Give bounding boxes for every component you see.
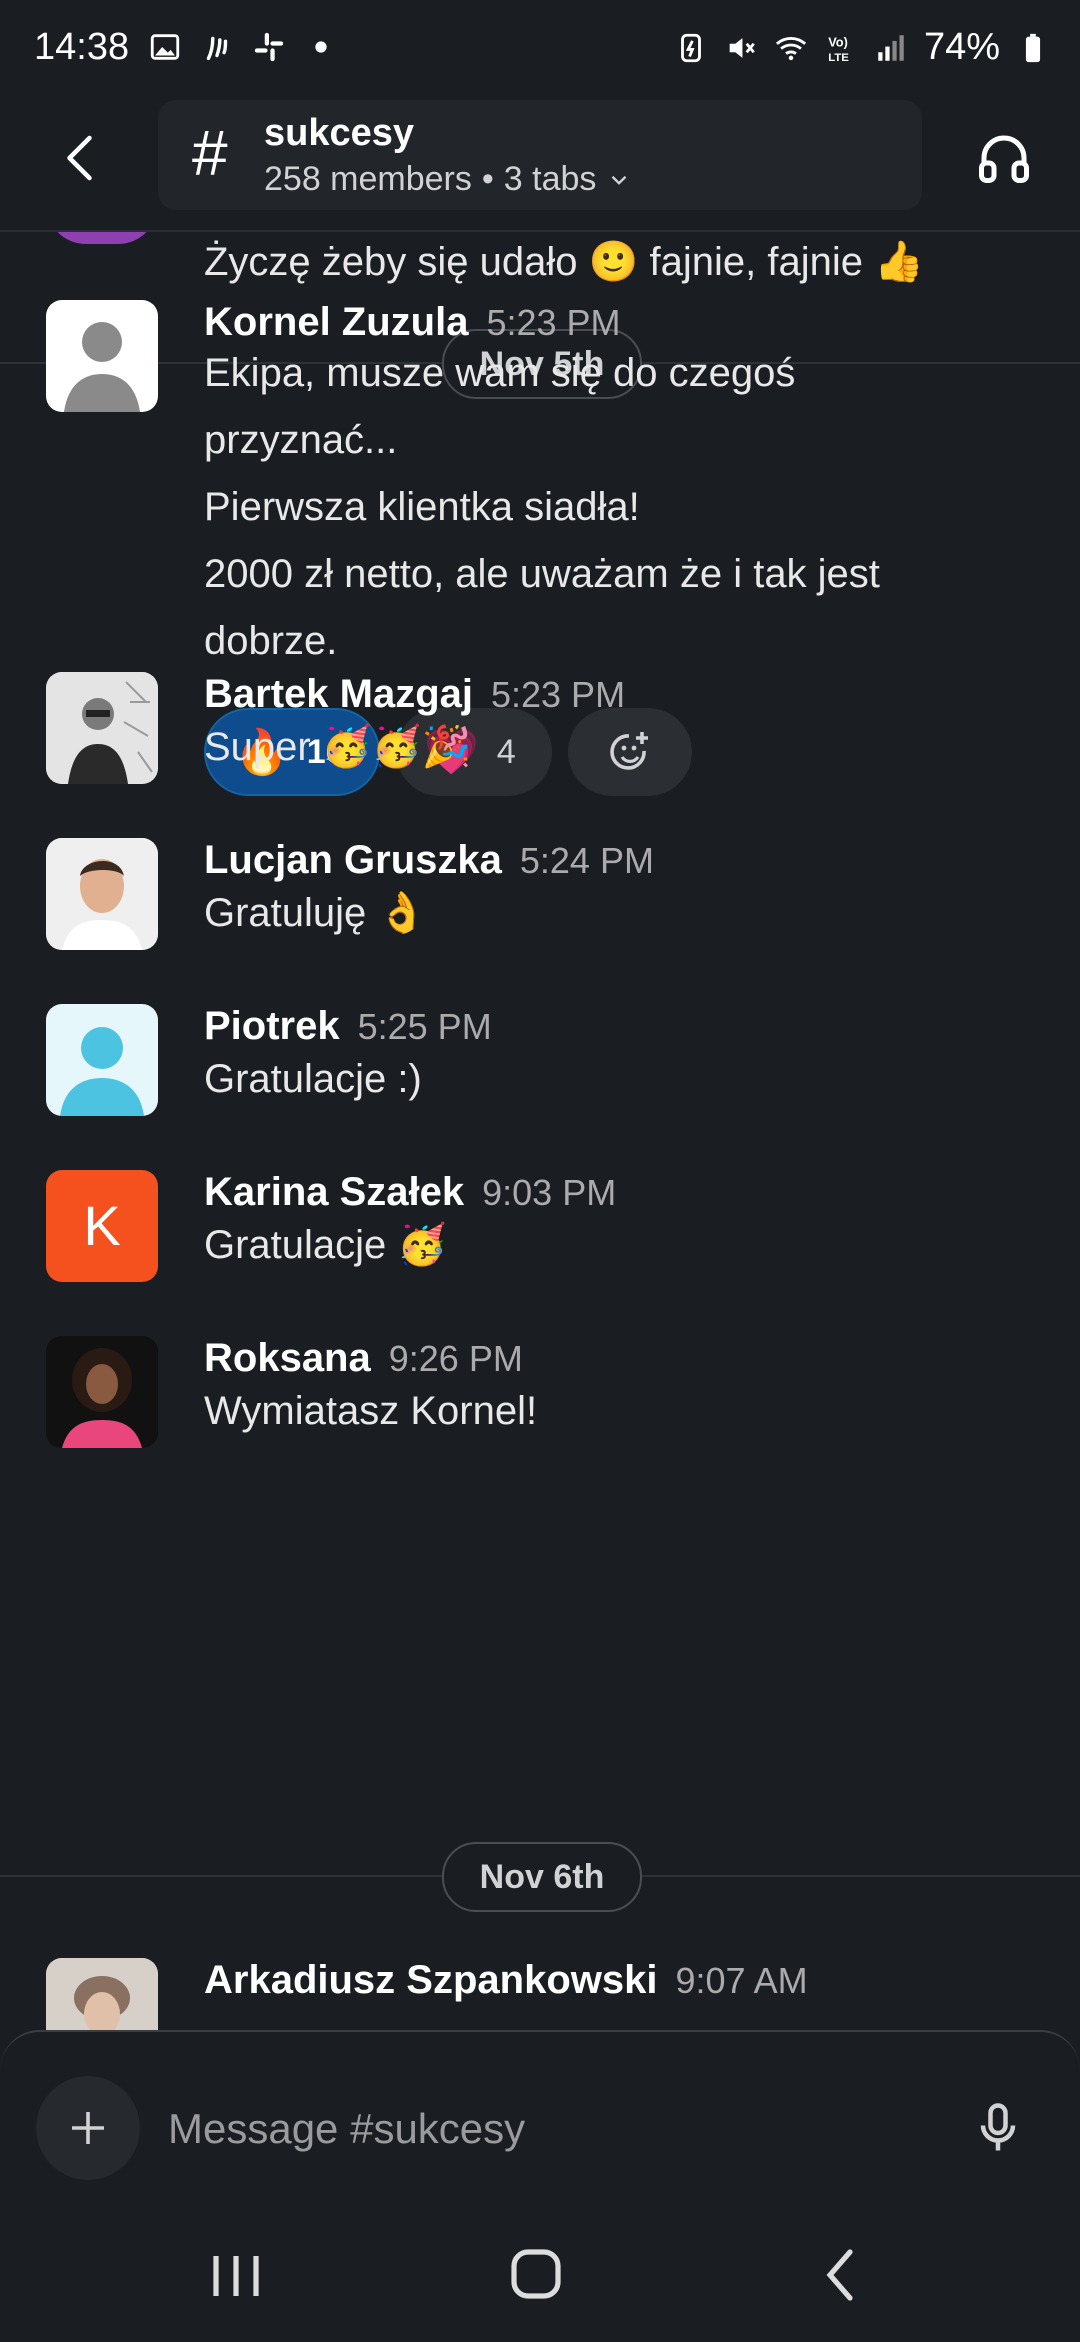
message-input[interactable]: [166, 2088, 950, 2170]
wifi-icon: [775, 36, 807, 60]
headphones-icon[interactable]: [974, 128, 1034, 188]
user-photo: [46, 1336, 158, 1448]
message-time: 5:24 PM: [519, 840, 654, 881]
message-item: Kornel Zuzula 5:23 PM Ekipa, musze wam si…: [0, 300, 1080, 890]
message-line: Pierwsza klientka siadła!: [204, 485, 640, 529]
home-icon[interactable]: [496, 2240, 576, 2310]
message-header: Lucjan Gruszka 5:24 PM: [204, 838, 654, 883]
recents-icon[interactable]: [196, 2240, 276, 2310]
hash-icon: #: [192, 117, 228, 189]
message-text: Życzę żeby się udało 🙂 fajnie, fajnie 👍: [204, 240, 924, 284]
sender-name[interactable]: Arkadiusz Szpankowski: [204, 1958, 657, 2002]
message-text: Super 🥳🥳🎉: [204, 725, 472, 769]
message-time: 9:26 PM: [388, 1338, 523, 1379]
signal-icon: [878, 34, 904, 61]
message-header: Bartek Mazgaj 5:23 PM: [204, 672, 625, 717]
date-separator[interactable]: Nov 6th: [442, 1842, 642, 1912]
message-header: Kornel Zuzula 5:23 PM: [204, 300, 621, 345]
message-time: 9:03 PM: [482, 1172, 617, 1213]
message-item: Bartek Mazgaj 5:23 PM Super 🥳🥳🎉: [0, 672, 1080, 792]
attach-button[interactable]: [36, 2076, 140, 2180]
channel-name: sukcesy: [264, 112, 415, 154]
message-line: Ekipa, musze wam się do czegoś: [204, 351, 796, 395]
slack-icon: [254, 32, 284, 62]
meta-separator: •: [481, 160, 494, 198]
user-photo: [46, 838, 158, 950]
channel-info-button[interactable]: # sukcesy 258 members • 3 tabs: [158, 100, 922, 210]
svg-text:Vo): Vo): [828, 34, 848, 49]
message-text: Gratulacje 🥳: [204, 1223, 448, 1267]
notification-icons: [148, 30, 338, 64]
avatar[interactable]: [46, 838, 158, 950]
avatar[interactable]: K: [46, 1170, 158, 1282]
message-time: 5:23 PM: [486, 302, 621, 343]
svg-text:LTE: LTE: [828, 51, 849, 63]
message-text: Gratulacje :): [204, 1057, 422, 1101]
default-user-icon: [64, 322, 140, 412]
message-time: 9:07 AM: [675, 1960, 808, 2001]
message-item: Lucjan Gruszka 5:24 PM Gratuluję 👌: [0, 838, 1080, 958]
battery-saver-icon: [681, 33, 701, 62]
message-item: Piotrek 5:25 PM Gratulacje :): [0, 1004, 1080, 1124]
sender-name[interactable]: Roksana: [204, 1336, 371, 1380]
channel-header: # sukcesy 258 members • 3 tabs: [0, 100, 1080, 232]
back-arrow-icon[interactable]: [52, 128, 112, 188]
default-user-icon: [60, 1027, 144, 1116]
battery-icon: [1025, 33, 1041, 62]
mute-icon: [729, 37, 755, 58]
message-feed[interactable]: Życzę żeby się udało 🙂 fajnie, fajnie 👍 …: [0, 232, 1080, 2032]
message-time: 5:23 PM: [490, 674, 626, 715]
microphone-icon[interactable]: [968, 2098, 1028, 2158]
message-header: Karina Szałek 9:03 PM: [204, 1170, 616, 1215]
message-item: Arkadiusz Szpankowski 9:07 AM: [0, 1958, 1080, 2032]
battery-percent: 74%: [923, 26, 1000, 68]
avatar[interactable]: [46, 672, 158, 784]
status-time: 14:38: [34, 26, 130, 68]
system-icons: Vo) LTE 74%: [674, 26, 1050, 69]
sender-name[interactable]: Bartek Mazgaj: [204, 672, 473, 716]
gallery-icon: [150, 34, 180, 60]
message-header: Piotrek 5:25 PM: [204, 1004, 492, 1049]
dot-icon: [315, 41, 327, 53]
message-line: 2000 zł netto, ale uważam że i tak jest: [204, 552, 880, 596]
volte-icon: Vo) LTE: [828, 34, 849, 63]
sender-name[interactable]: Lucjan Gruszka: [204, 838, 502, 882]
message-text: Gratuluję 👌: [204, 891, 428, 935]
message-header: Roksana 9:26 PM: [204, 1336, 523, 1381]
status-bar: 14:38 Vo) LTE 74%: [0, 0, 1080, 100]
sender-name[interactable]: Karina Szałek: [204, 1170, 464, 1214]
user-photo: [46, 672, 158, 784]
message-line: przyznać...: [204, 418, 398, 462]
message-item: Roksana 9:26 PM Wymiatasz Kornel!: [0, 1336, 1080, 1456]
avatar[interactable]: [46, 300, 158, 412]
notification-app-icon: [206, 36, 228, 61]
nav-back-icon[interactable]: [802, 2240, 882, 2310]
message-item: Życzę żeby się udało 🙂 fajnie, fajnie 👍: [0, 232, 1080, 284]
tab-count: 3 tabs: [503, 160, 597, 198]
message-item: K Karina Szałek 9:03 PM Gratulacje 🥳: [0, 1170, 1080, 1290]
message-text: Wymiatasz Kornel!: [204, 1389, 538, 1433]
plus-icon: [72, 2112, 104, 2144]
chevron-down-icon: [612, 175, 627, 185]
message-text: Ekipa, musze wam się do czegoś przyznać.…: [204, 340, 1024, 675]
member-count: 258 members: [264, 160, 472, 198]
sender-name[interactable]: Piotrek: [204, 1004, 340, 1048]
channel-meta: 258 members • 3 tabs: [264, 160, 632, 199]
user-photo: [46, 1958, 158, 2032]
system-navigation-bar: [0, 2210, 1080, 2340]
avatar[interactable]: [46, 1004, 158, 1116]
avatar[interactable]: [46, 1958, 158, 2032]
sender-name[interactable]: Kornel Zuzula: [204, 300, 468, 344]
message-header: Arkadiusz Szpankowski 9:07 AM: [204, 1958, 808, 2003]
message-line: dobrze.: [204, 619, 338, 663]
avatar[interactable]: [46, 1336, 158, 1448]
avatar[interactable]: [46, 232, 158, 244]
message-time: 5:25 PM: [357, 1006, 492, 1047]
